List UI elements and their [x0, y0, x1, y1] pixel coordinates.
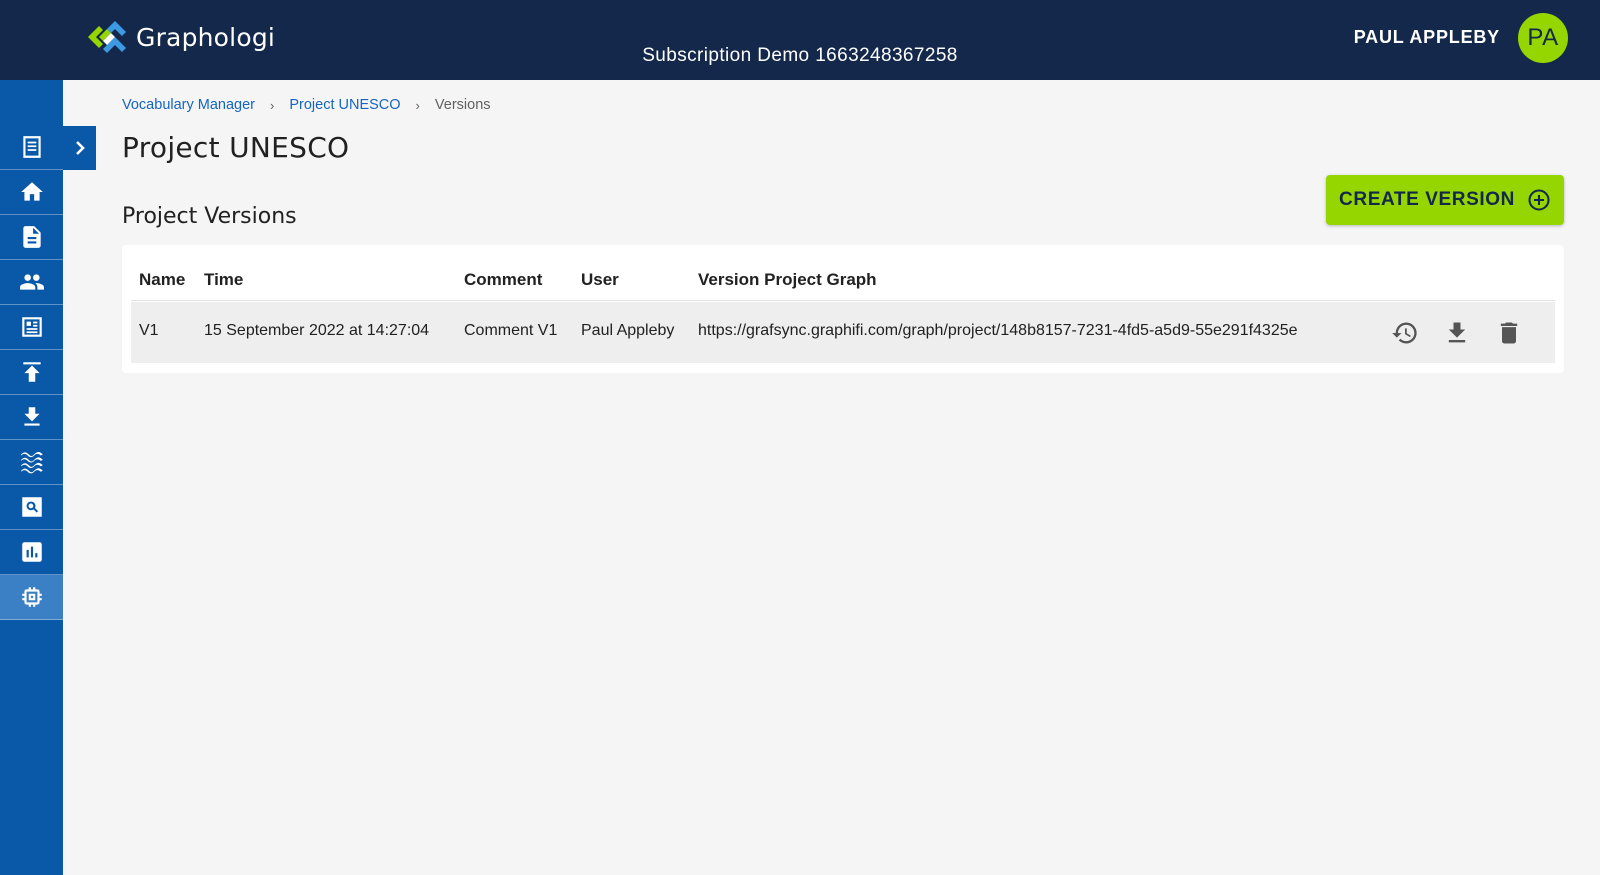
- section-title: Project Versions: [122, 204, 297, 229]
- sidebar-expand-button[interactable]: [63, 126, 96, 170]
- search-icon: [21, 497, 42, 517]
- restore-version-button[interactable]: [1390, 318, 1420, 348]
- sidebar: [0, 80, 63, 875]
- column-header-time[interactable]: Time: [204, 270, 243, 290]
- delete-version-button[interactable]: [1494, 318, 1524, 348]
- waves-icon: [20, 451, 43, 474]
- avatar[interactable]: PA: [1518, 13, 1568, 63]
- sidebar-item-dashboard[interactable]: [0, 305, 63, 350]
- sidebar-item-search[interactable]: [0, 485, 63, 530]
- chevron-right-icon: [75, 141, 85, 155]
- document-lines-icon: [22, 136, 41, 158]
- column-header-comment[interactable]: Comment: [464, 270, 542, 290]
- sidebar-item-download[interactable]: [0, 395, 63, 440]
- upload-icon: [22, 362, 41, 382]
- sidebar-item-upload[interactable]: [0, 350, 63, 395]
- breadcrumb-vocabulary-manager[interactable]: Vocabulary Manager: [122, 97, 255, 113]
- cell-name: V1: [139, 322, 159, 339]
- home-icon: [20, 182, 43, 201]
- chart-icon: [21, 542, 42, 562]
- breadcrumb-separator-icon: ›: [270, 97, 275, 113]
- sidebar-item-documents[interactable]: [0, 125, 63, 170]
- column-header-name[interactable]: Name: [139, 270, 185, 290]
- breadcrumb-current: Versions: [434, 97, 491, 113]
- column-header-user[interactable]: User: [581, 270, 619, 290]
- breadcrumb-project[interactable]: Project UNESCO: [289, 97, 400, 113]
- download-icon: [1448, 322, 1466, 343]
- chip-icon: [21, 587, 42, 607]
- table-header: Name Time Comment User Version Project G…: [131, 257, 1555, 301]
- page-title: Project UNESCO: [122, 131, 350, 164]
- cell-user: Paul Appleby: [581, 322, 675, 339]
- sidebar-item-streams[interactable]: [0, 440, 63, 485]
- sidebar-item-versions[interactable]: [0, 575, 63, 620]
- column-header-graph[interactable]: Version Project Graph: [698, 270, 877, 290]
- sidebar-item-home[interactable]: [0, 170, 63, 215]
- delete-icon: [1500, 322, 1518, 344]
- dashboard-icon: [21, 317, 42, 337]
- cell-graph: https://grafsync.graphifi.com/graph/proj…: [698, 322, 1298, 339]
- add-circle-icon: [1528, 189, 1550, 211]
- subscription-name: Subscription Demo 1663248367258: [642, 45, 958, 66]
- cell-time: 15 September 2022 at 14:27:04: [204, 322, 430, 339]
- sidebar-item-reports[interactable]: [0, 530, 63, 575]
- top-bar: Graphologi Subscription Demo 16632483672…: [0, 0, 1600, 80]
- download-version-button[interactable]: [1442, 318, 1472, 348]
- download-icon: [23, 407, 40, 426]
- versions-table: Name Time Comment User Version Project G…: [122, 245, 1564, 373]
- create-version-button[interactable]: CREATE VERSION: [1326, 175, 1564, 225]
- cell-comment: Comment V1: [464, 322, 558, 339]
- sidebar-item-file[interactable]: [0, 215, 63, 260]
- breadcrumb: Vocabulary Manager › Project UNESCO › Ve…: [122, 97, 491, 113]
- file-icon: [22, 226, 41, 248]
- user-name[interactable]: PAUL APPLEBY: [1354, 27, 1500, 48]
- breadcrumb-separator-icon: ›: [415, 97, 420, 113]
- restore-history-icon: [1392, 322, 1417, 344]
- people-icon: [19, 274, 44, 290]
- create-version-label: CREATE VERSION: [1339, 189, 1515, 210]
- sidebar-item-users[interactable]: [0, 260, 63, 305]
- table-row[interactable]: V1 15 September 2022 at 14:27:04 Comment…: [131, 302, 1555, 363]
